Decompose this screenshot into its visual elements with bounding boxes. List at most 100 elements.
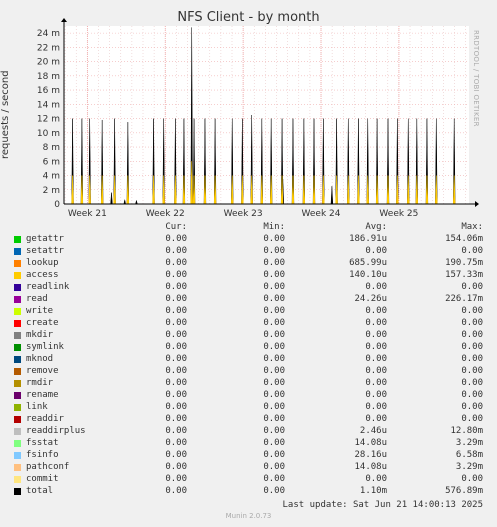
legend-name: read: [26, 294, 48, 304]
legend-swatch: [14, 344, 21, 351]
legend-cur: 0.00: [165, 342, 187, 352]
legend-max: 576.89m: [445, 486, 483, 496]
legend-max: 0.00: [461, 390, 483, 400]
legend-avg: 685.99u: [349, 258, 387, 268]
footer-credit: Munin 2.0.73: [225, 512, 272, 520]
legend-min: 0.00: [263, 246, 285, 256]
legend: Cur: Min: Avg: Max: getattr 0.00 0.00 186.9…: [0, 222, 497, 498]
legend-row-readdir: readdir 0.00 0.00 0.00 0.00: [0, 414, 497, 426]
legend-avg: 14.08u: [354, 438, 387, 448]
legend-swatch: [14, 356, 21, 363]
y-tick-label: 6 m: [43, 157, 60, 167]
legend-row-mknod: mknod 0.00 0.00 0.00 0.00: [0, 354, 497, 366]
y-tick-label: 0: [54, 200, 60, 210]
legend-max: 12.80m: [450, 426, 483, 436]
legend-min: 0.00: [263, 306, 285, 316]
legend-swatch: [14, 368, 21, 375]
legend-swatch: [14, 416, 21, 423]
legend-cur: 0.00: [165, 234, 187, 244]
legend-cur: 0.00: [165, 318, 187, 328]
x-axis-arrow: [475, 201, 479, 207]
y-tick-label: 2 m: [43, 186, 60, 196]
legend-avg: 2.46u: [359, 426, 387, 436]
legend-avg: 0.00: [365, 390, 387, 400]
legend-name: lookup: [26, 258, 59, 268]
legend-min: 0.00: [263, 378, 285, 388]
legend-cur: 0.00: [165, 366, 187, 376]
legend-row-total: total 0.00 0.00 1.10m 576.89m: [0, 486, 497, 498]
legend-avg: 0.00: [365, 474, 387, 484]
legend-avg: 0.00: [365, 354, 387, 364]
legend-min: 0.00: [263, 234, 285, 244]
legend-row-fsstat: fsstat 0.00 0.00 14.08u 3.29m: [0, 438, 497, 450]
legend-min: 0.00: [263, 330, 285, 340]
legend-max: 0.00: [461, 306, 483, 316]
legend-name: rmdir: [26, 378, 54, 388]
legend-min: 0.00: [263, 450, 285, 460]
legend-name: fsstat: [26, 438, 59, 448]
legend-header-avg: Avg:: [365, 222, 387, 232]
legend-swatch: [14, 308, 21, 315]
legend-min: 0.00: [263, 402, 285, 412]
legend-min: 0.00: [263, 390, 285, 400]
legend-min: 0.00: [263, 270, 285, 280]
legend-max: 3.29m: [455, 438, 483, 448]
legend-max: 190.75m: [445, 258, 483, 268]
legend-min: 0.00: [263, 414, 285, 424]
legend-min: 0.00: [263, 282, 285, 292]
legend-rows: getattr 0.00 0.00 186.91u 154.06m setattr 0.00…: [0, 234, 497, 498]
legend-name: mknod: [26, 354, 54, 364]
legend-row-create: create 0.00 0.00 0.00 0.00: [0, 318, 497, 330]
legend-header-cur: Cur:: [165, 222, 187, 232]
legend-swatch: [14, 380, 21, 387]
legend-min: 0.00: [263, 486, 285, 496]
legend-row-pathconf: pathconf 0.00 0.00 14.08u 3.29m: [0, 462, 497, 474]
legend-row-write: write 0.00 0.00 0.00 0.00: [0, 306, 497, 318]
legend-min: 0.00: [263, 354, 285, 364]
legend-min: 0.00: [263, 426, 285, 436]
legend-avg: 0.00: [365, 366, 387, 376]
legend-swatch: [14, 392, 21, 399]
legend-cur: 0.00: [165, 402, 187, 412]
legend-avg: 24.26u: [354, 294, 387, 304]
legend-min: 0.00: [263, 318, 285, 328]
legend-avg: 0.00: [365, 282, 387, 292]
legend-avg: 0.00: [365, 318, 387, 328]
legend-avg: 0.00: [365, 414, 387, 424]
legend-avg: 0.00: [365, 246, 387, 256]
legend-cur: 0.00: [165, 306, 187, 316]
x-tick-label: Week 25: [379, 209, 418, 219]
legend-swatch: [14, 320, 21, 327]
legend-name: getattr: [26, 234, 64, 244]
legend-cur: 0.00: [165, 426, 187, 436]
legend-cur: 0.00: [165, 390, 187, 400]
legend-row-rename: rename 0.00 0.00 0.00 0.00: [0, 390, 497, 402]
legend-swatch: [14, 272, 21, 279]
x-tick-label: Week 23: [224, 209, 263, 219]
legend-max: 6.58m: [455, 450, 483, 460]
y-tick-label: 4 m: [43, 172, 60, 182]
legend-name: create: [26, 318, 59, 328]
legend-cur: 0.00: [165, 330, 187, 340]
legend-max: 157.33m: [445, 270, 483, 280]
legend-min: 0.00: [263, 294, 285, 304]
legend-max: 0.00: [461, 414, 483, 424]
legend-min: 0.00: [263, 366, 285, 376]
legend-cur: 0.00: [165, 450, 187, 460]
legend-max: 0.00: [461, 246, 483, 256]
legend-avg: 186.91u: [349, 234, 387, 244]
legend-name: fsinfo: [26, 450, 59, 460]
legend-max: 0.00: [461, 378, 483, 388]
legend-row-remove: remove 0.00 0.00 0.00 0.00: [0, 366, 497, 378]
legend-max: 154.06m: [445, 234, 483, 244]
legend-cur: 0.00: [165, 474, 187, 484]
legend-cur: 0.00: [165, 270, 187, 280]
legend-max: 0.00: [461, 330, 483, 340]
legend-cur: 0.00: [165, 282, 187, 292]
legend-name: mkdir: [26, 330, 54, 340]
legend-cur: 0.00: [165, 414, 187, 424]
legend-max: 3.29m: [455, 462, 483, 472]
last-update: Last update: Sat Jun 21 14:00:13 2025: [282, 500, 483, 510]
legend-swatch: [14, 404, 21, 411]
legend-swatch: [14, 452, 21, 459]
